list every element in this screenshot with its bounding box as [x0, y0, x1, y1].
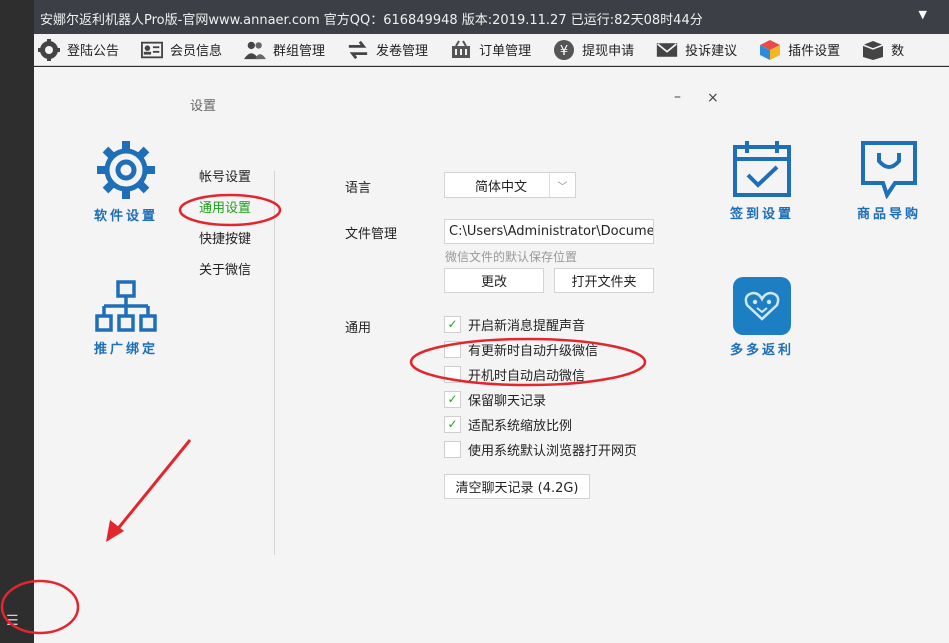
group-icon: [244, 39, 267, 61]
checkbox-checked[interactable]: ✓: [444, 390, 461, 408]
file-path-field[interactable]: C:\Users\Administrator\Documents: [444, 219, 654, 244]
option-system-scaling[interactable]: ✓ 适配系统缩放比例: [444, 414, 572, 434]
toolbar-data[interactable]: 数: [862, 34, 926, 66]
checkbox-unchecked[interactable]: [444, 340, 461, 358]
file-path-value: C:\Users\Administrator\Documents: [449, 224, 654, 239]
checkbox-checked[interactable]: ✓: [444, 415, 461, 433]
svg-text:¥: ¥: [560, 44, 568, 59]
app-label: 签到设置: [729, 207, 794, 222]
app-label: 软件设置: [93, 209, 158, 224]
gear-notice-icon: [38, 38, 60, 61]
option-label: 开启新消息提醒声音: [468, 318, 586, 334]
calendar-check-icon: [733, 141, 791, 197]
toolbar-group-manage[interactable]: 群组管理: [244, 34, 347, 66]
toolbar-label: 登陆公告: [67, 44, 120, 59]
checkbox-unchecked[interactable]: [444, 365, 461, 383]
toolbar-withdraw[interactable]: ¥ 提现申请: [553, 34, 656, 66]
app-promo-binding[interactable]: 推广绑定: [92, 280, 160, 357]
chat-bag-icon: [861, 141, 917, 199]
option-label: 使用系统默认浏览器打开网页: [468, 443, 638, 459]
toolbar-order-manage[interactable]: 订单管理: [450, 34, 553, 66]
org-chart-icon: [95, 280, 157, 332]
option-label: 有更新时自动升级微信: [468, 343, 599, 359]
toolbar-plugin-settings[interactable]: 插件设置: [759, 34, 862, 66]
language-value: 简体中文: [475, 179, 528, 195]
button-label: 更改: [480, 275, 507, 290]
toolbar-label: 插件设置: [788, 44, 841, 59]
open-folder-button[interactable]: 打开文件夹: [554, 268, 654, 293]
title-text: 安娜尔返利机器人Pro版-官网www.annaer.com 官方QQ：61684…: [40, 13, 703, 28]
change-path-button[interactable]: 更改: [444, 268, 544, 293]
cube-icon: [759, 39, 781, 61]
main-toolbar: 登陆公告 会员信息 群组管理 发卷管理 订单管理 ¥ 提现申请 投诉建议 插件设…: [34, 34, 949, 66]
app-label: 推广绑定: [93, 342, 158, 357]
gear-icon: [97, 141, 155, 199]
toolbar-label: 数: [891, 44, 905, 59]
app-product-guide[interactable]: 商品导购: [851, 139, 927, 222]
clear-chat-history-button[interactable]: 清空聊天记录 (4.2G): [444, 474, 590, 499]
nav-divider: [274, 171, 275, 555]
toolbar-label: 投诉建议: [685, 44, 738, 59]
toolbar-complaint[interactable]: 投诉建议: [656, 34, 759, 66]
file-management-label: 文件管理: [345, 227, 398, 242]
file-path-hint: 微信文件的默认保存位置: [445, 250, 578, 264]
nav-item-general[interactable]: 通用设置: [199, 198, 251, 229]
app-label: 商品导购: [856, 207, 921, 222]
main-panel: 设置 – × 软件设置 推广绑定 签到设置 商品导购 多多返利 帐号设置 通用设…: [34, 67, 949, 643]
close-button[interactable]: ×: [707, 90, 719, 106]
toolbar-label: 提现申请: [582, 44, 635, 59]
app-checkin-settings[interactable]: 签到设置: [724, 139, 800, 222]
option-label: 开机时自动启动微信: [468, 368, 586, 384]
button-label: 打开文件夹: [571, 275, 637, 290]
minimize-button[interactable]: –: [674, 89, 681, 105]
option-label: 保留聊天记录: [468, 393, 547, 409]
menu-icon[interactable]: ☰: [6, 614, 19, 628]
app-label: 多多返利: [729, 343, 794, 358]
checkbox-unchecked[interactable]: [444, 440, 461, 458]
settings-window-title: 设置: [190, 99, 217, 114]
cart-icon: [450, 39, 472, 61]
checkbox-checked[interactable]: ✓: [444, 315, 461, 333]
mail-icon: [656, 39, 678, 61]
chevron-down-icon: ﹀: [549, 173, 575, 197]
nav-item-account[interactable]: 帐号设置: [199, 167, 251, 198]
option-new-message-sound[interactable]: ✓ 开启新消息提醒声音: [444, 314, 585, 334]
language-select[interactable]: 简体中文 ﹀: [444, 172, 576, 198]
general-label: 通用: [345, 321, 372, 336]
left-dark-strip: [0, 0, 34, 643]
dropdown-arrow-icon[interactable]: ▼: [919, 8, 927, 21]
toolbar-label: 发卷管理: [376, 44, 429, 59]
toolbar-member-info[interactable]: 会员信息: [141, 34, 244, 66]
transfer-icon: [347, 39, 369, 61]
settings-nav: 帐号设置 通用设置 快捷按键 关于微信: [199, 167, 251, 291]
box-icon: [862, 39, 884, 61]
toolbar-login-notice[interactable]: 登陆公告: [34, 34, 141, 66]
app-duoduo-rebate[interactable]: 多多返利: [724, 277, 800, 358]
id-card-icon: [141, 39, 164, 61]
toolbar-coupon-manage[interactable]: 发卷管理: [347, 34, 450, 66]
title-bar: 安娜尔返利机器人Pro版-官网www.annaer.com 官方QQ：61684…: [34, 0, 949, 34]
language-label: 语言: [345, 181, 372, 196]
toolbar-label: 订单管理: [479, 44, 532, 59]
option-auto-update[interactable]: 有更新时自动升级微信: [444, 339, 598, 359]
button-label: 清空聊天记录 (4.2G): [455, 481, 579, 496]
pinduoduo-icon: [733, 277, 791, 335]
option-label: 适配系统缩放比例: [468, 418, 573, 434]
app-software-settings[interactable]: 软件设置: [92, 139, 160, 224]
option-keep-chat-history[interactable]: ✓ 保留聊天记录: [444, 389, 546, 409]
nav-item-shortcuts[interactable]: 快捷按键: [199, 229, 251, 260]
option-auto-start[interactable]: 开机时自动启动微信: [444, 364, 585, 384]
toolbar-label: 群组管理: [273, 44, 326, 59]
yen-icon: ¥: [553, 39, 575, 61]
option-default-browser[interactable]: 使用系统默认浏览器打开网页: [444, 439, 637, 459]
nav-item-about[interactable]: 关于微信: [199, 260, 251, 291]
toolbar-label: 会员信息: [170, 44, 223, 59]
